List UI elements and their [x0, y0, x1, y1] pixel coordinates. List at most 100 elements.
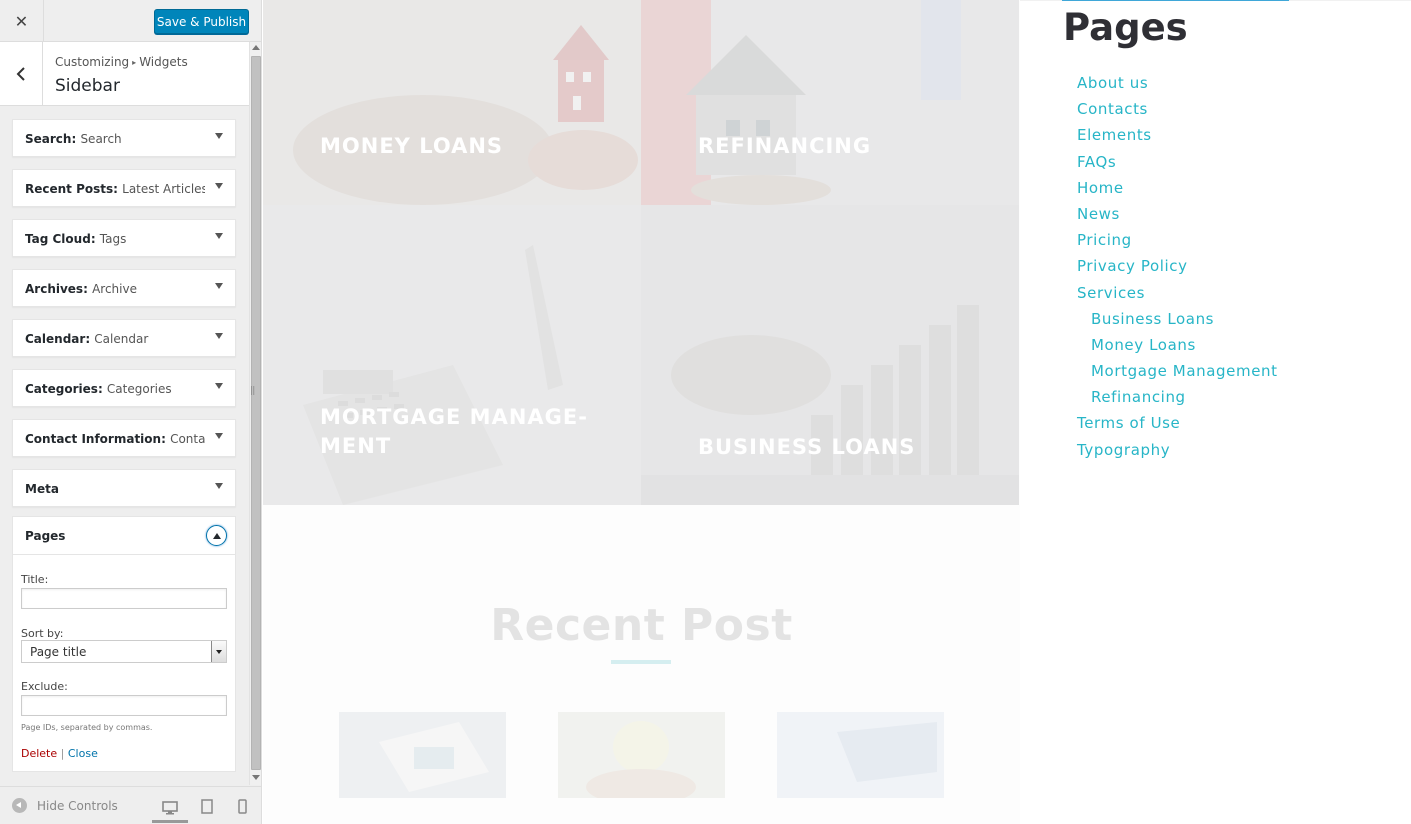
close-icon: ✕ [14, 11, 29, 31]
top-accent-bar [1062, 0, 1289, 1]
page-link[interactable]: Privacy Policy [1077, 256, 1278, 282]
expand-arrow-icon[interactable] [215, 233, 223, 239]
widget-meta[interactable]: Meta [12, 469, 236, 507]
title-label: Title: [21, 573, 49, 586]
resize-handle-icon[interactable]: ‖ [250, 386, 255, 396]
heading-underline [611, 660, 671, 664]
page-link[interactable]: Contacts [1077, 99, 1278, 125]
widget-search[interactable]: Search: Search [12, 119, 236, 157]
widget-categories[interactable]: Categories: Categories [12, 369, 236, 407]
sort-by-label: Sort by: [21, 627, 64, 640]
sort-by-value: Page title [30, 645, 87, 659]
page-link[interactable]: News [1077, 204, 1278, 230]
customizer-scrollbar[interactable] [249, 42, 261, 785]
recent-post-heading: Recent Post [490, 600, 793, 651]
widget-contact-information[interactable]: Contact Information: Contact... [12, 419, 236, 457]
service-title: BUSINESS LOANS [698, 435, 916, 459]
service-tile-money-loans[interactable]: MONEY LOANS [263, 0, 641, 205]
child-page-link[interactable]: Refinancing [1077, 387, 1278, 413]
pages-widget-heading: Pages [1063, 6, 1188, 49]
tablet-icon [201, 798, 213, 814]
expand-arrow-icon[interactable] [215, 483, 223, 489]
widget-recent-posts[interactable]: Recent Posts: Latest Articles [12, 169, 236, 207]
breadcrumb-item: Widgets [139, 55, 188, 69]
page-link[interactable]: Typography [1077, 440, 1278, 466]
widget-title: Recent Posts: Latest Articles [25, 182, 205, 196]
customizer-panel: ✕ Save & Publish Customizing ▸ Widgets Sid… [0, 0, 262, 824]
scroll-down-icon[interactable] [252, 775, 260, 780]
scrollbar-thumb[interactable] [251, 56, 261, 770]
service-title-line: MENT [320, 434, 392, 458]
service-title-line: MORTGAGE MANAGE- [320, 405, 588, 429]
widget-title: Calendar: Calendar [25, 332, 149, 346]
chevron-left-icon [16, 66, 25, 81]
breadcrumb: Customizing ▸ Widgets [55, 55, 188, 69]
back-button[interactable] [0, 42, 43, 105]
service-tile-refinancing[interactable]: REFINANCING [641, 0, 1019, 205]
service-title: MORTGAGE MANAGE- MENT [320, 403, 588, 461]
sort-by-select[interactable]: Page title [21, 640, 227, 663]
refinancing-image [641, 0, 1019, 205]
exclude-help-text: Page IDs, separated by commas. [21, 723, 153, 732]
post-thumbnail[interactable] [558, 712, 725, 798]
post-thumbnail[interactable] [339, 712, 506, 798]
customizer-header: ✕ Save & Publish [0, 0, 261, 42]
page-link[interactable]: About us [1077, 73, 1278, 99]
close-customizer-button[interactable]: ✕ [0, 0, 44, 42]
widget-tag-cloud[interactable]: Tag Cloud: Tags [12, 219, 236, 257]
preview-tablet-button[interactable] [198, 795, 216, 817]
dropdown-arrow-icon[interactable] [211, 641, 226, 662]
post-image-charts [339, 712, 506, 798]
page-link[interactable]: Services [1077, 283, 1278, 309]
collapse-toggle[interactable] [206, 525, 227, 546]
widget-title: Meta [25, 482, 59, 496]
title-input[interactable] [21, 588, 227, 609]
action-separator: | [60, 747, 65, 760]
widget-title: Categories: Categories [25, 382, 172, 396]
delete-link[interactable]: Delete [21, 747, 57, 760]
panel-title: Sidebar [55, 76, 120, 96]
save-publish-button[interactable]: Save & Publish [154, 9, 249, 34]
customizer-scroll-area: Customizing ▸ Widgets Sidebar Search: Sear… [0, 42, 249, 785]
collapse-arrow-icon [212, 532, 221, 539]
close-link[interactable]: Close [68, 747, 98, 760]
child-page-link[interactable]: Money Loans [1077, 335, 1278, 361]
mobile-icon [237, 798, 247, 814]
desktop-icon [162, 800, 178, 814]
expand-arrow-icon[interactable] [215, 183, 223, 189]
site-sidebar: Pages About us Contacts Elements FAQs Ho… [1020, 0, 1411, 824]
expand-arrow-icon[interactable] [215, 333, 223, 339]
widget-title: Archives: Archive [25, 282, 137, 296]
hide-controls-button[interactable]: Hide Controls [12, 798, 118, 813]
customizer-footer: Hide Controls [0, 786, 261, 824]
exclude-label: Exclude: [21, 680, 68, 693]
page-link[interactable]: Home [1077, 178, 1278, 204]
preview-desktop-button[interactable] [152, 795, 188, 823]
service-title: MONEY LOANS [320, 134, 504, 158]
page-link[interactable]: Pricing [1077, 230, 1278, 256]
service-tile-business-loans[interactable]: BUSINESS LOANS [641, 205, 1019, 505]
child-page-link[interactable]: Business Loans [1077, 309, 1278, 335]
page-link[interactable]: FAQs [1077, 152, 1278, 178]
post-image-calculator [777, 712, 944, 798]
service-tile-mortgage-management[interactable]: MORTGAGE MANAGE- MENT [263, 205, 641, 505]
widget-pages-header[interactable]: Pages [13, 517, 235, 555]
widget-pages: Pages Title: Sort by: Page title Exclude… [12, 516, 236, 772]
widget-calendar[interactable]: Calendar: Calendar [12, 319, 236, 357]
expand-arrow-icon[interactable] [215, 283, 223, 289]
exclude-input[interactable] [21, 695, 227, 716]
widget-archives[interactable]: Archives: Archive [12, 269, 236, 307]
expand-arrow-icon[interactable] [215, 133, 223, 139]
scroll-up-icon[interactable] [252, 45, 260, 50]
pages-list: About us Contacts Elements FAQs Home New… [1077, 73, 1278, 466]
expand-arrow-icon[interactable] [215, 383, 223, 389]
widget-actions: Delete | Close [21, 747, 98, 760]
service-title: REFINANCING [698, 134, 872, 158]
post-thumbnail[interactable] [777, 712, 944, 798]
section-header: Customizing ▸ Widgets Sidebar [0, 42, 249, 106]
page-link[interactable]: Elements [1077, 125, 1278, 151]
preview-mobile-button[interactable] [233, 795, 251, 817]
child-page-link[interactable]: Mortgage Management [1077, 361, 1278, 387]
page-link[interactable]: Terms of Use [1077, 413, 1278, 439]
expand-arrow-icon[interactable] [215, 433, 223, 439]
